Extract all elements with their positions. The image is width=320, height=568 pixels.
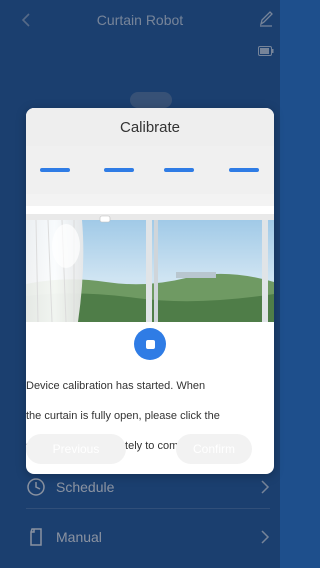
dialog-title: Calibrate: [119, 118, 181, 136]
dialog-footer: Previous Confirm: [26, 428, 274, 474]
step-indicator: [26, 146, 274, 194]
confirm-button[interactable]: Confirm: [176, 434, 252, 464]
dialog-header: Calibrate: [26, 108, 274, 146]
step-dash: [40, 168, 70, 172]
calibrate-dialog: Calibrate Device calibration has started…: [26, 108, 274, 474]
step-dash: [104, 168, 134, 172]
previous-button[interactable]: Previous: [26, 434, 126, 464]
stop-button[interactable]: [134, 328, 166, 360]
step-dash: [229, 168, 259, 172]
step-dash: [164, 168, 194, 172]
instruction-line: Device calibration has started. When: [26, 380, 206, 392]
instruction-line: the curtain is fully open, please click …: [26, 410, 220, 422]
stop-icon: [145, 339, 155, 349]
